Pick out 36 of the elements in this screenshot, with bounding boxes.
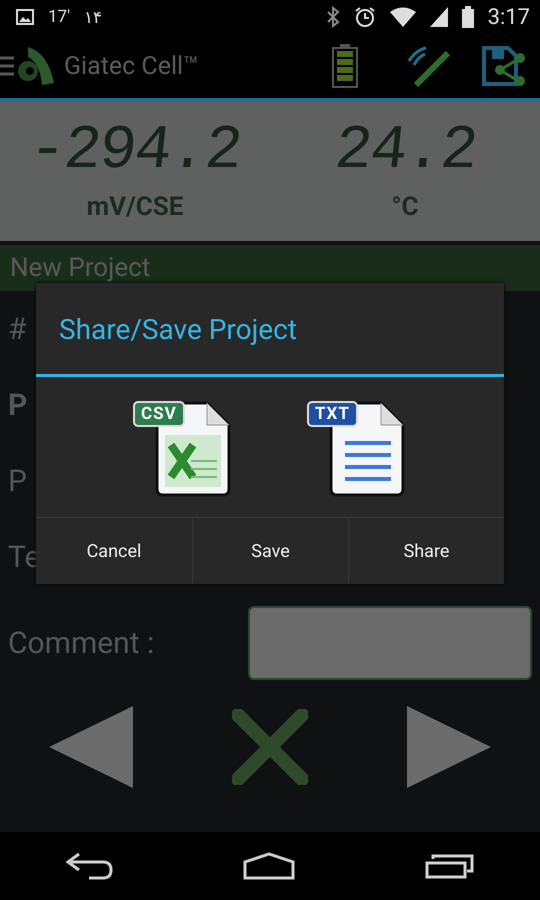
wifi-icon xyxy=(390,7,416,27)
clock-time: 3:17 xyxy=(488,4,530,30)
bluetooth-icon xyxy=(326,6,340,28)
battery-icon xyxy=(462,6,474,28)
file-type-badge: TXT xyxy=(307,401,358,427)
dialog-title: Share/Save Project xyxy=(36,283,504,377)
comment-field[interactable] xyxy=(248,606,532,680)
recent-apps-icon[interactable] xyxy=(425,853,475,879)
battery-level-icon xyxy=(332,44,358,88)
field-label: Comment : xyxy=(8,626,154,660)
project-title: New Project xyxy=(10,253,150,283)
probe-signal-icon[interactable] xyxy=(406,45,452,87)
reading-value: 24.2 xyxy=(331,120,479,182)
reading-value: -294.2 xyxy=(26,120,244,182)
menu-icon[interactable] xyxy=(0,55,14,77)
reading-unit: °C xyxy=(391,192,419,222)
save-share-icon[interactable] xyxy=(482,46,528,86)
signal-icon xyxy=(430,7,448,27)
back-icon[interactable] xyxy=(65,852,113,880)
next-icon[interactable] xyxy=(406,706,491,788)
image-icon xyxy=(16,9,34,25)
field-label: # xyxy=(8,312,26,346)
close-icon[interactable] xyxy=(232,708,308,784)
dialog-button[interactable]: Cancel xyxy=(36,518,192,584)
file-type-badge: CSV xyxy=(133,401,185,427)
previous-icon[interactable] xyxy=(49,706,134,788)
status-text: ۱۴ xyxy=(84,6,102,28)
status-text: 17' xyxy=(48,7,70,27)
reading-unit: mV/CSE xyxy=(86,192,184,222)
dialog-button[interactable]: Save xyxy=(192,518,348,584)
home-icon[interactable] xyxy=(243,852,295,880)
alarm-clock-icon xyxy=(354,6,376,28)
dialog-button[interactable]: Share xyxy=(348,518,504,584)
app-title: Giatec Cell™ xyxy=(64,52,199,80)
field-label: P xyxy=(8,464,27,498)
field-label: P xyxy=(8,388,28,422)
